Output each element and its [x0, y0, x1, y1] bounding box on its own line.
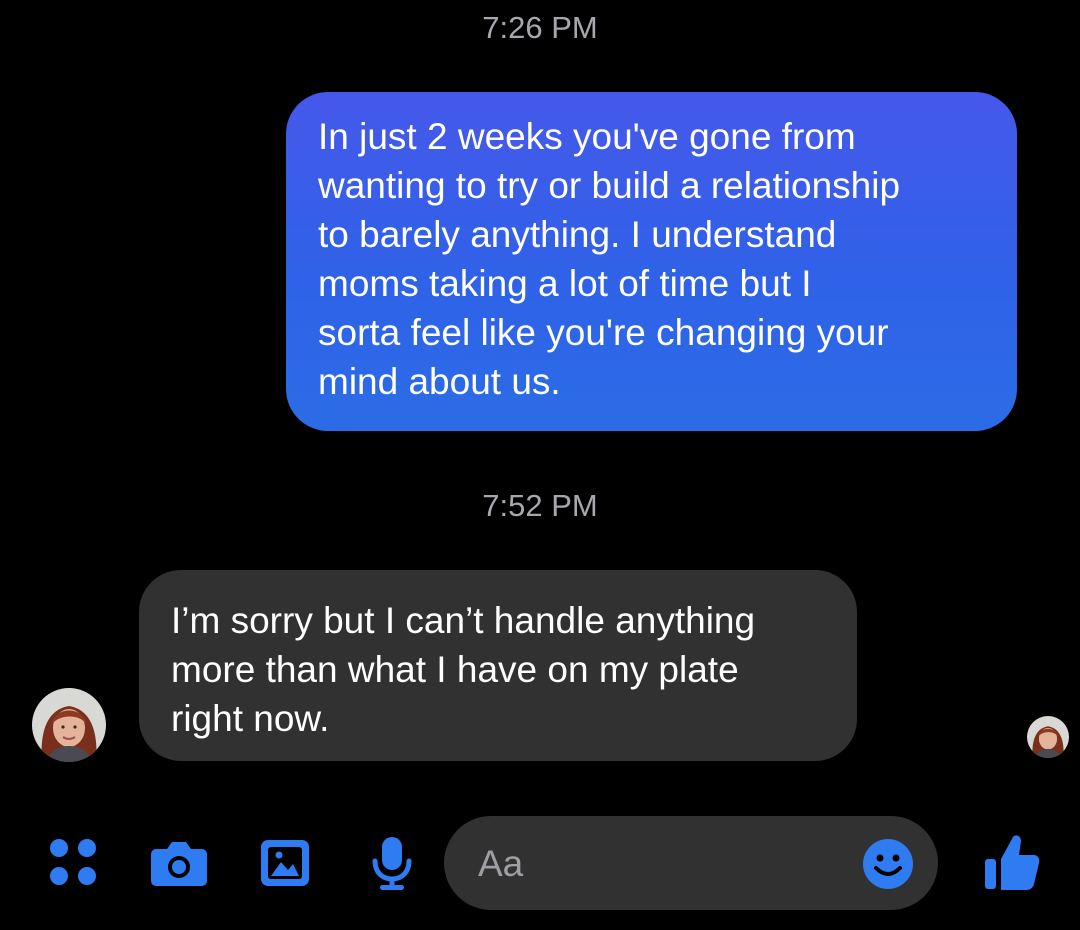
apps-grid-icon[interactable] — [49, 838, 99, 888]
read-receipt-avatar — [1027, 716, 1069, 758]
timestamp: 7:52 PM — [482, 488, 598, 523]
camera-icon[interactable] — [150, 839, 208, 887]
gallery-icon[interactable] — [259, 838, 311, 888]
thumbs-up-icon[interactable] — [984, 833, 1040, 891]
contact-avatar[interactable] — [32, 688, 106, 762]
incoming-message-bubble[interactable]: I’m sorry but I can’t handle anything mo… — [139, 570, 857, 761]
message-input[interactable]: Aa — [444, 816, 938, 910]
read-receipt-avatar-image — [1027, 716, 1069, 758]
microphone-icon[interactable] — [370, 835, 414, 891]
message-input-placeholder: Aa — [478, 843, 524, 884]
emoji-icon[interactable] — [862, 838, 914, 890]
chat-screen: 7:26 PM In just 2 weeks you've gone from… — [0, 0, 1080, 930]
timestamp: 7:26 PM — [482, 10, 598, 45]
outgoing-message-bubble[interactable]: In just 2 weeks you've gone from wanting… — [286, 92, 1017, 431]
contact-avatar-image — [32, 688, 106, 762]
message-composer: Aa — [0, 805, 1080, 925]
